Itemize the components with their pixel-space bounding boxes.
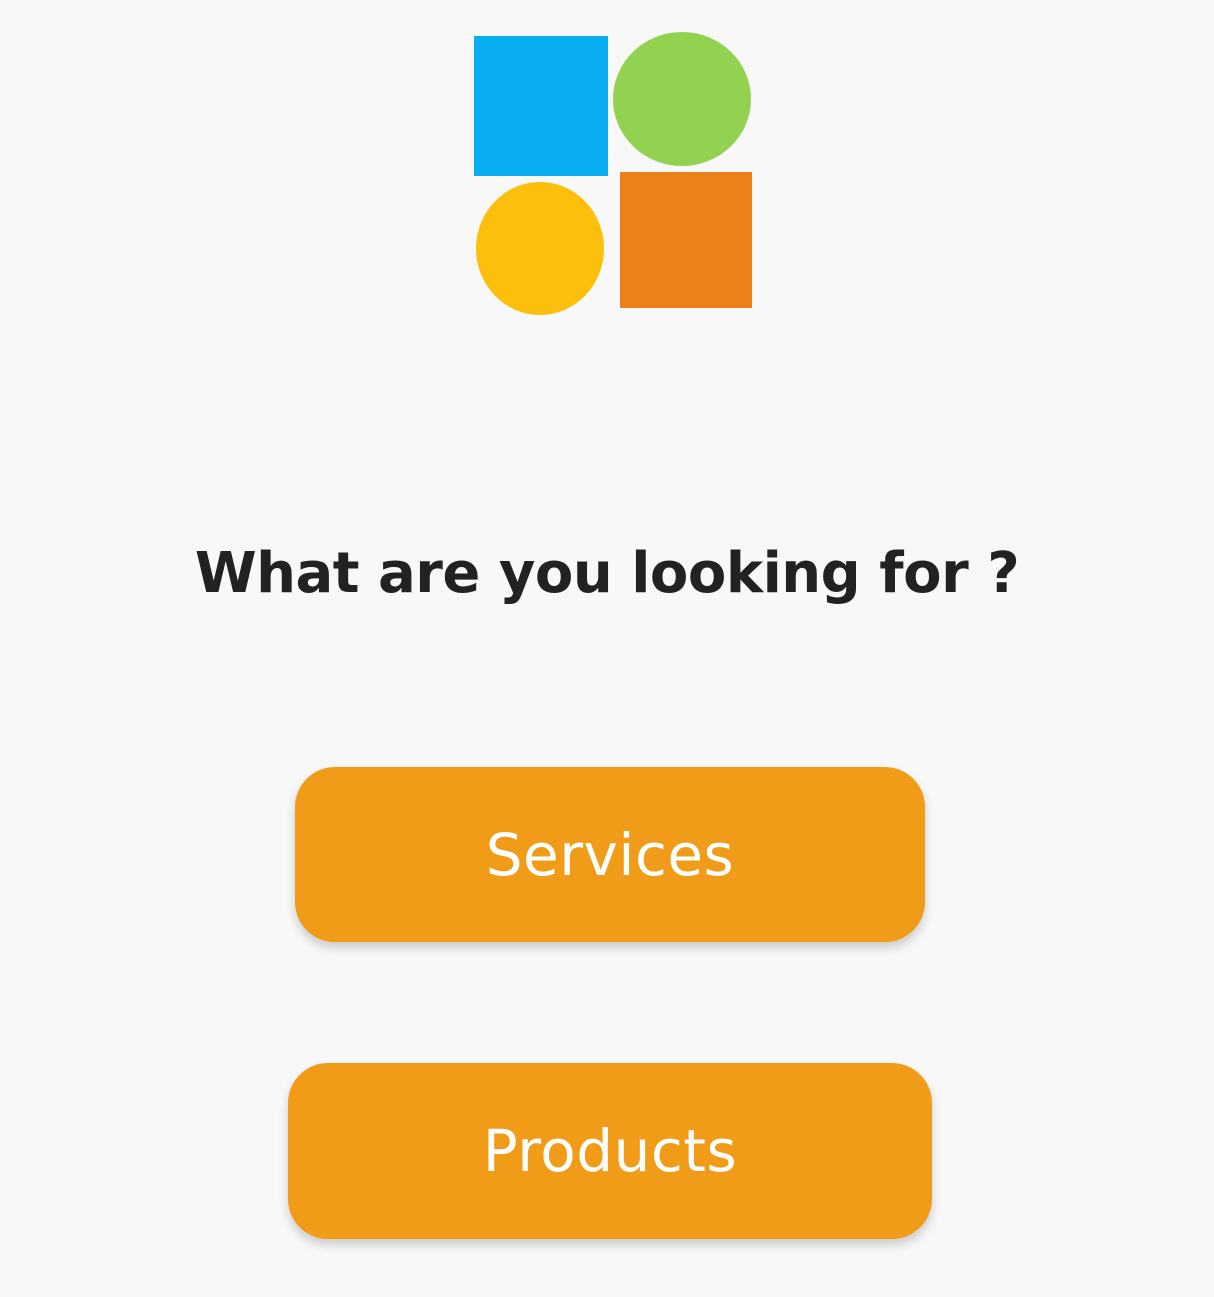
app-logo <box>0 0 1214 330</box>
logo-orange-square <box>620 172 752 308</box>
services-button[interactable]: Services <box>295 767 925 942</box>
logo-blue-square <box>474 36 608 176</box>
products-button[interactable]: Products <box>288 1063 932 1239</box>
screen: What are you looking for ? Services Prod… <box>0 0 1214 1297</box>
question-title: What are you looking for ? <box>194 541 1020 606</box>
logo-yellow-circle <box>476 182 604 315</box>
logo-green-circle <box>613 32 751 166</box>
